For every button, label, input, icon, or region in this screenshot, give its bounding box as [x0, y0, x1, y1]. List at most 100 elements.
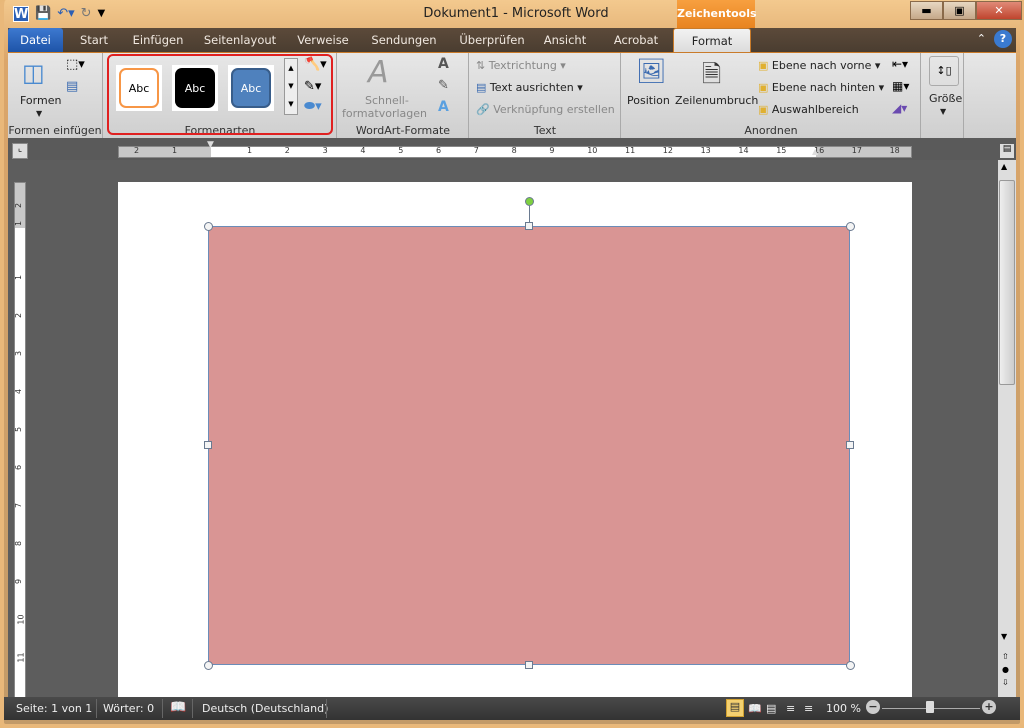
tab-sendungen[interactable]: Sendungen: [364, 28, 444, 52]
size-icon[interactable]: ↕▯: [929, 56, 959, 86]
textrichtung-button[interactable]: ⇅ Textrichtung ▾: [476, 59, 566, 72]
scroll-thumb[interactable]: [999, 180, 1015, 385]
text-effects-icon[interactable]: A: [438, 99, 449, 115]
word-count[interactable]: Wörter: 0: [103, 702, 154, 715]
resize-handle[interactable]: [846, 222, 855, 231]
resize-handle[interactable]: [204, 661, 213, 670]
page-count[interactable]: Seite: 1 von 1: [16, 702, 92, 715]
tab-ueberpruefen[interactable]: Überprüfen: [454, 28, 530, 52]
tab-ansicht[interactable]: Ansicht: [538, 28, 592, 52]
print-layout-icon[interactable]: ▤: [726, 699, 744, 717]
tab-stop-selector[interactable]: ⌞: [12, 143, 28, 159]
selected-rectangle-shape[interactable]: [208, 226, 850, 665]
resize-handle[interactable]: [525, 661, 533, 669]
close-button[interactable]: ✕: [976, 1, 1022, 20]
scroll-up-icon[interactable]: ▲: [1001, 162, 1007, 171]
tab-format[interactable]: Format: [673, 28, 751, 52]
ruler-number: 2: [284, 146, 290, 155]
draft-view-icon[interactable]: ≡: [804, 702, 813, 715]
full-screen-reading-icon[interactable]: 📖: [748, 702, 762, 715]
ruler-number: 8: [511, 146, 517, 155]
ruler-number: 7: [473, 146, 479, 155]
minimize-button[interactable]: ▬: [910, 1, 943, 20]
group-formen-einfuegen: ◫ Formen ▼ ⬚▾ ▤ Formen einfügen: [8, 53, 103, 139]
language[interactable]: Deutsch (Deutschland): [202, 702, 328, 715]
vertical-ruler[interactable]: 2 1 1 2 3 4 5 6 7 8 9 10 11: [14, 182, 26, 698]
minimize-ribbon-icon[interactable]: ⌃: [977, 32, 986, 45]
resize-handle[interactable]: [204, 222, 213, 231]
group-groesse: ↕▯ Größe ▼: [922, 53, 964, 139]
ruler-number: 4: [14, 388, 24, 395]
tab-start[interactable]: Start: [70, 28, 118, 52]
tab-datei[interactable]: Datei: [8, 28, 63, 52]
zoom-out-button[interactable]: −: [866, 700, 880, 714]
ruler-number: 5: [14, 426, 24, 433]
resize-handle[interactable]: [204, 441, 212, 449]
group-text: ⇅ Textrichtung ▾ ▤ Text ausrichten ▾ 🔗 V…: [470, 53, 621, 139]
textbox-icon[interactable]: ▤: [66, 79, 78, 94]
formen-button[interactable]: Formen: [20, 94, 61, 107]
rotation-handle[interactable]: [525, 197, 534, 206]
chevron-down-icon[interactable]: ▼: [36, 109, 42, 118]
ruler-number: 3: [14, 350, 24, 357]
align-icon[interactable]: ⇤▾: [892, 57, 908, 71]
ruler-number: 3: [322, 146, 328, 155]
view-ruler-button[interactable]: ▤: [1000, 144, 1014, 158]
schnell-label[interactable]: Schnell-: [365, 94, 409, 107]
ebene-hinten-button[interactable]: ▣ Ebene nach hinten ▾: [758, 81, 884, 94]
ebene-vorne-button[interactable]: ▣ Ebene nach vorne ▾: [758, 59, 880, 72]
resize-handle[interactable]: [525, 222, 533, 230]
ruler-row: ⌞ 2 1 1 2 3 4 5 6 7 8 9 10 11 12 13 14 15 16 17 18 ▼ ▲ ▤: [8, 138, 1016, 160]
ribbon-tabs: Datei Start Einfügen Seitenlayout Verwei…: [8, 28, 1016, 52]
ruler-number: 1: [247, 146, 253, 155]
text-ausrichten-button[interactable]: ▤ Text ausrichten ▾: [476, 81, 583, 94]
web-layout-icon[interactable]: ▤: [766, 702, 776, 715]
verknuepfung-button[interactable]: 🔗 Verknüpfung erstellen: [476, 103, 615, 116]
groesse-button[interactable]: Größe: [929, 92, 962, 105]
window-title: Dokument1 - Microsoft Word: [423, 6, 609, 21]
scroll-down-icon[interactable]: ▼: [1001, 632, 1007, 641]
help-icon[interactable]: ?: [994, 30, 1012, 48]
zoom-level[interactable]: 100 %: [826, 702, 861, 715]
zeilenumbruch-icon[interactable]: 🗎: [702, 57, 721, 98]
ruler-number: 15: [776, 146, 787, 155]
zoom-in-button[interactable]: +: [982, 700, 996, 714]
group-icon[interactable]: ▦▾: [892, 79, 909, 93]
ribbon: ◫ Formen ▼ ⬚▾ ▤ Formen einfügen Abc Abc …: [8, 52, 1016, 139]
ruler-number: 8: [14, 540, 24, 547]
zoom-slider-thumb[interactable]: [926, 701, 934, 713]
tab-verweise[interactable]: Verweise: [291, 28, 355, 52]
zeilenumbruch-button[interactable]: Zeilenumbruch: [675, 94, 758, 107]
ruler-number: 2: [14, 312, 24, 319]
outline-view-icon[interactable]: ≡: [786, 702, 795, 715]
tab-einfuegen[interactable]: Einfügen: [126, 28, 190, 52]
tab-seitenlayout[interactable]: Seitenlayout: [198, 28, 282, 52]
shapes-icon[interactable]: ◫: [22, 59, 45, 87]
chevron-down-icon[interactable]: ▼: [940, 107, 946, 116]
ruler-number: 11: [16, 652, 26, 663]
formatvorlagen-label[interactable]: formatvorlagen: [342, 107, 427, 120]
ruler-number: 9: [549, 146, 555, 155]
group-label: Text: [533, 124, 557, 137]
text-fill-icon[interactable]: A: [438, 56, 449, 72]
resize-handle[interactable]: [846, 441, 854, 449]
auswahlbereich-button[interactable]: ▣ Auswahlbereich: [758, 103, 859, 116]
maximize-button[interactable]: ▣: [943, 1, 976, 20]
position-button[interactable]: Position: [627, 94, 670, 107]
proofing-icon[interactable]: 📖: [170, 700, 186, 715]
ruler-number: 4: [360, 146, 366, 155]
text-outline-icon[interactable]: ✎: [438, 78, 449, 93]
quick-styles-icon[interactable]: A: [368, 55, 389, 90]
horizontal-ruler[interactable]: 2 1 1 2 3 4 5 6 7 8 9 10 11 12 13 14 15 16 17 18 ▼ ▲: [118, 140, 912, 158]
formenarten-highlight: [107, 54, 333, 135]
vertical-scrollbar[interactable]: ▲ ▼ ⇧ ● ⇩: [998, 160, 1016, 697]
ruler-number: 6: [436, 146, 442, 155]
rotate-icon[interactable]: ◢▾: [892, 101, 907, 115]
position-icon[interactable]: 🖼: [636, 57, 666, 85]
right-indent-marker[interactable]: ▲: [812, 147, 818, 156]
tab-acrobat[interactable]: Acrobat: [602, 28, 670, 52]
edit-shape-icon[interactable]: ⬚▾: [66, 57, 85, 72]
indent-marker[interactable]: ▼: [207, 140, 214, 150]
browse-object-icons[interactable]: ⇧ ● ⇩: [1002, 650, 1009, 689]
resize-handle[interactable]: [846, 661, 855, 670]
